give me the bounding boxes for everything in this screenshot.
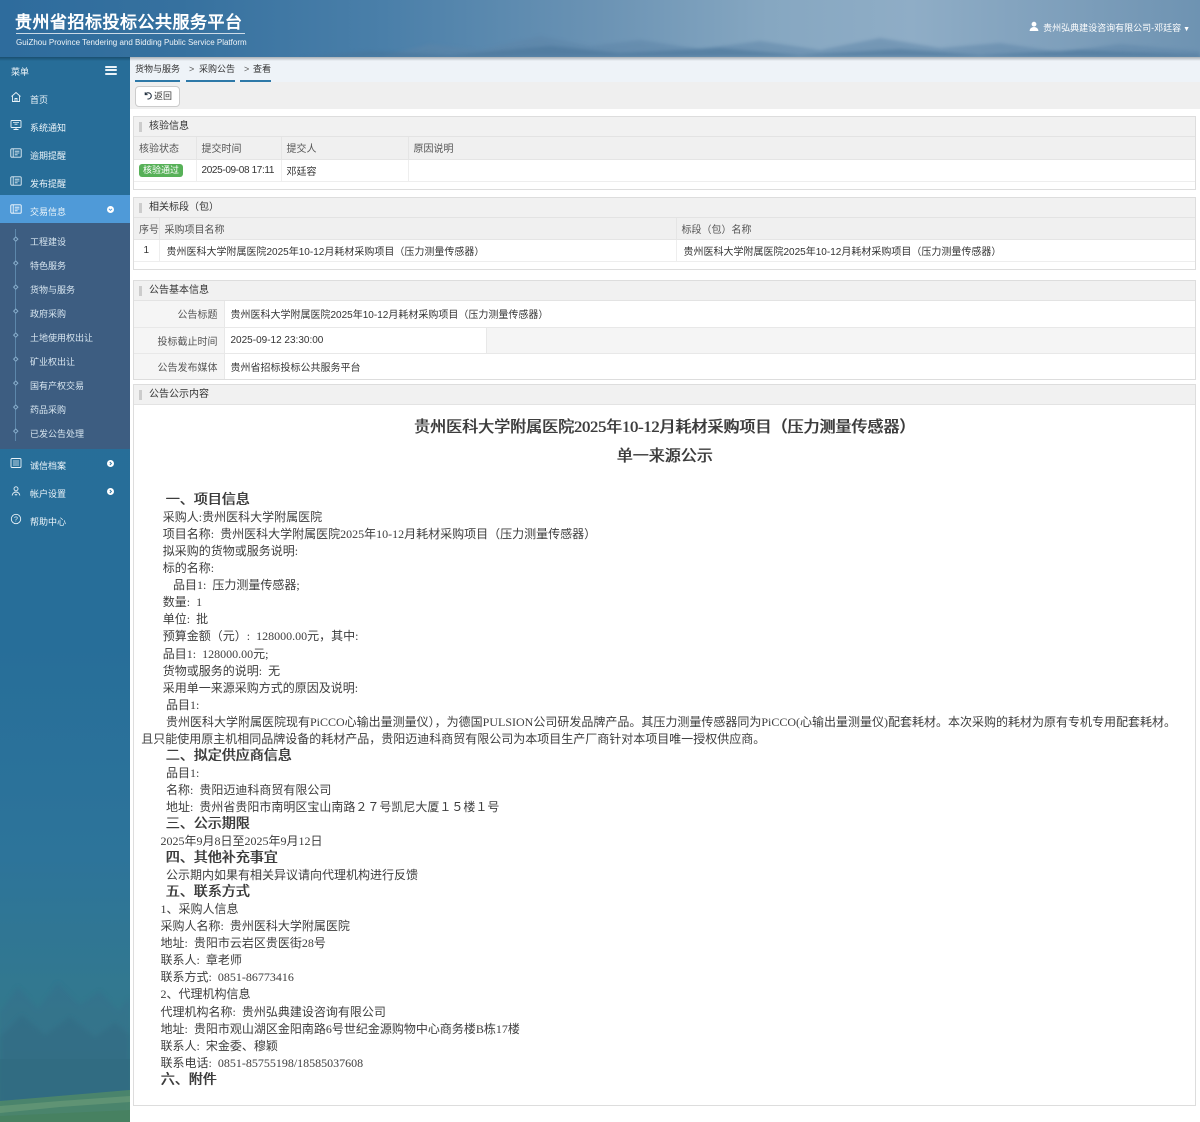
svg-text:?: ? xyxy=(14,516,18,523)
